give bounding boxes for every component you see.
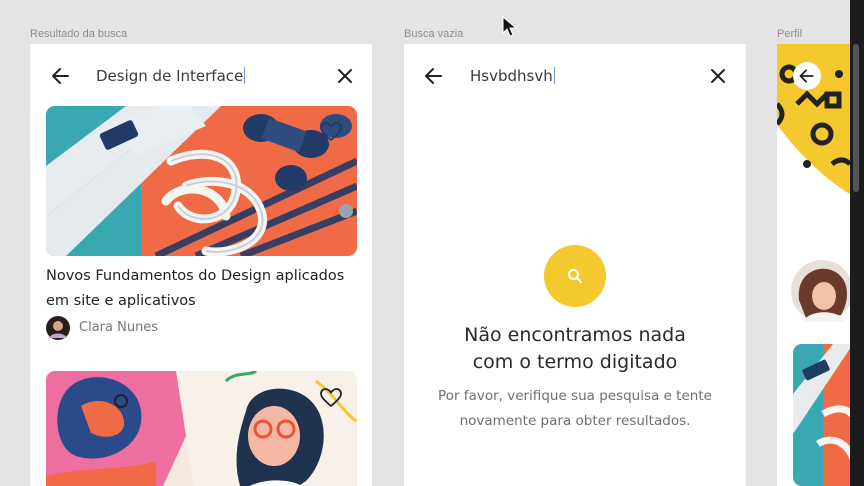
close-icon[interactable] [707, 65, 729, 87]
back-arrow-icon[interactable] [50, 65, 72, 87]
back-button[interactable] [793, 62, 821, 90]
text-caret [244, 67, 246, 84]
back-arrow-icon[interactable] [423, 65, 445, 87]
course-card-title[interactable]: Novos Fundamentos do Design aplicados em… [46, 264, 344, 314]
author-name: Clara Nunes [79, 320, 159, 335]
search-bar: Hsvbdhsvh [404, 60, 746, 94]
search-input[interactable]: Design de Interface [96, 67, 246, 85]
frame-busca-vazia: Hsvbdhsvh Não encontramos nada com o ter… [404, 44, 746, 486]
course-illustration-rope [793, 344, 850, 486]
frame-label-perfil: Perfil [777, 28, 803, 40]
back-arrow-icon [799, 69, 814, 83]
profile-avatar [791, 260, 850, 322]
frame-resultado-da-busca: Design de Interface Novos Fundamentos do… [30, 44, 372, 486]
course-illustration-rope [46, 106, 357, 256]
frame-label-resultado: Resultado da busca [30, 28, 128, 40]
course-illustration-people [46, 371, 357, 486]
scrollbar-thumb[interactable] [853, 44, 859, 192]
search-input[interactable]: Hsvbdhsvh [470, 67, 555, 85]
heart-icon[interactable] [320, 388, 342, 408]
mouse-cursor-icon [502, 16, 518, 37]
course-card-image-2[interactable] [46, 371, 357, 486]
empty-state-circle [544, 245, 606, 307]
search-icon [568, 269, 582, 283]
frame-label-busca-vazia: Busca vazia [404, 28, 464, 40]
profile-course-card[interactable] [793, 344, 850, 486]
empty-state-title: Não encontramos nada com o termo digitad… [464, 324, 686, 373]
close-icon[interactable] [334, 65, 356, 87]
frame-perfil [777, 44, 850, 486]
search-bar: Design de Interface [30, 60, 372, 94]
empty-state-description: Por favor, verifique sua pesquisa e tent… [438, 388, 712, 429]
text-caret [553, 67, 555, 84]
course-card-image[interactable] [46, 106, 357, 256]
author-avatar [46, 316, 70, 340]
heart-icon[interactable] [320, 122, 342, 142]
